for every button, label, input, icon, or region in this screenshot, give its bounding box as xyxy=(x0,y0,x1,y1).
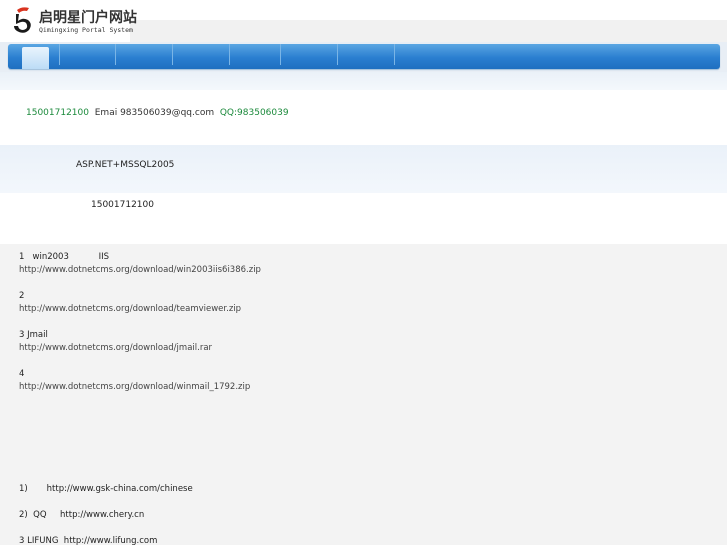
phone-text: 15001712100 xyxy=(91,200,154,210)
main-nav xyxy=(8,44,720,69)
download-link-3[interactable]: http://www.dotnetcms.org/download/jmail.… xyxy=(19,343,212,353)
logo-title: 启明星门户网站 xyxy=(39,10,137,26)
nav-item-7[interactable] xyxy=(338,44,395,65)
contact-qq: QQ:983506039 xyxy=(219,108,289,118)
header-gray-strip xyxy=(130,20,727,42)
site-logo[interactable]: 启明星门户网站 Qimingxing Portal System xyxy=(7,3,137,39)
contact-email: Emai 983506039@qq.com xyxy=(94,108,215,118)
download-label-4: 4 xyxy=(19,369,25,379)
nav-item-5[interactable] xyxy=(230,44,281,65)
nav-item-3[interactable] xyxy=(116,44,173,65)
nav-item-active[interactable] xyxy=(22,47,49,69)
client-link-1[interactable]: 1) http://www.gsk-china.com/chinese xyxy=(19,484,193,494)
client-link-2[interactable]: 2) QQ http://www.chery.cn xyxy=(19,510,144,520)
nav-item-4[interactable] xyxy=(173,44,230,65)
download-label-2: 2 xyxy=(19,291,25,301)
nav-item-2[interactable] xyxy=(60,44,116,65)
tech-stack-text: ASP.NET+MSSQL2005 xyxy=(76,160,175,170)
logo-subtitle: Qimingxing Portal System xyxy=(39,26,133,34)
download-label-1: 1 win2003 IIS xyxy=(19,252,109,262)
download-label-3: 3 Jmail xyxy=(19,330,48,340)
download-link-1[interactable]: http://www.dotnetcms.org/download/win200… xyxy=(19,265,261,275)
nav-item-6[interactable] xyxy=(281,44,338,65)
download-link-2[interactable]: http://www.dotnetcms.org/download/teamvi… xyxy=(19,304,241,314)
download-link-4[interactable]: http://www.dotnetcms.org/download/winmai… xyxy=(19,382,250,392)
contact-line: 15001712100 Emai 983506039@qq.com QQ:983… xyxy=(26,108,289,118)
download-section: 1 win2003 IIS http://www.dotnetcms.org/d… xyxy=(0,244,727,546)
contact-phone: 15001712100 xyxy=(26,108,89,118)
logo-icon xyxy=(14,7,31,33)
subheader-band xyxy=(0,72,727,90)
